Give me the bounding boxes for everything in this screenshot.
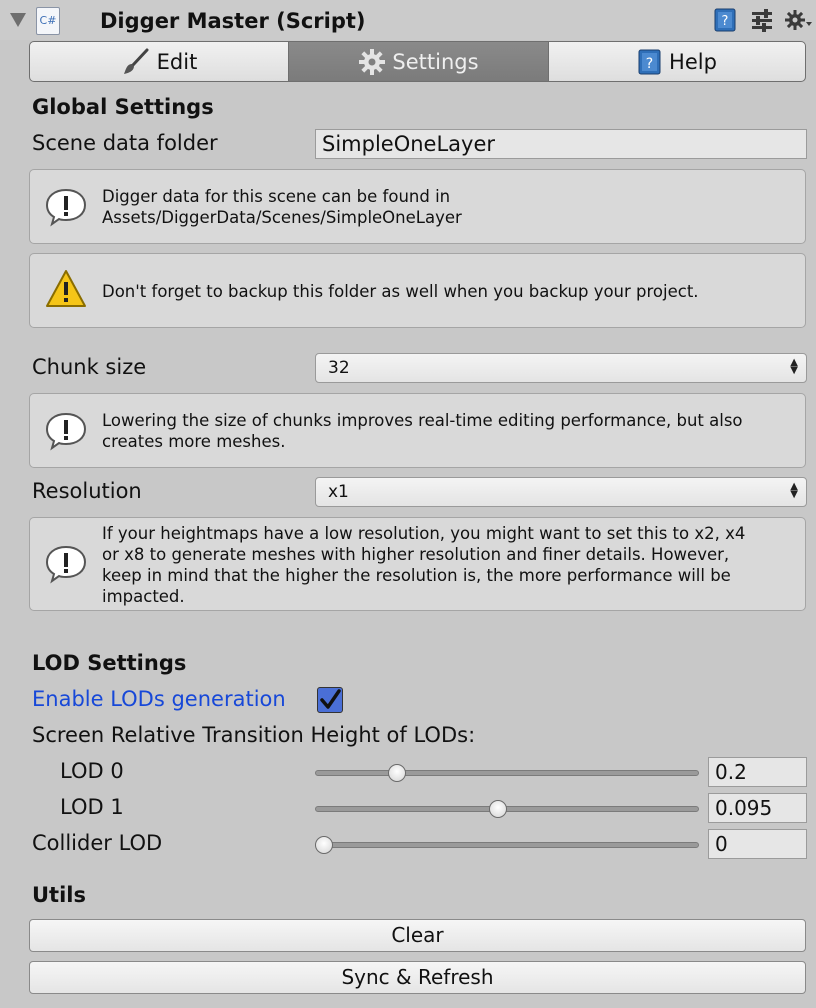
clear-button[interactable]: Clear [29, 919, 806, 952]
collider-lod-slider-thumb[interactable] [315, 836, 333, 854]
enable-lods-label[interactable]: Enable LODs generation [32, 685, 286, 713]
collider-lod-slider-track[interactable] [315, 842, 699, 848]
csharp-script-icon: C# [36, 7, 60, 35]
presets-sliders-icon[interactable] [750, 8, 774, 32]
info-speech-bubble-icon [45, 545, 87, 584]
lod0-slider-track[interactable] [315, 770, 699, 776]
warning-box-backup: Don't forget to backup this folder as we… [29, 253, 806, 328]
collider-lod-value-field[interactable]: 0 [708, 829, 807, 859]
dropdown-arrows-icon: ▲ ▼ [790, 481, 798, 500]
chunk-size-value: 32 [328, 358, 350, 378]
utils-heading: Utils [32, 883, 86, 907]
info-folder-line1: Digger data for this scene can be found … [102, 187, 451, 206]
svg-text:?: ? [646, 56, 653, 72]
scene-data-folder-label: Scene data folder [32, 131, 218, 155]
brush-icon [123, 48, 149, 74]
global-settings-heading: Global Settings [32, 95, 214, 119]
lod1-label: LOD 1 [60, 795, 124, 819]
dropdown-arrows-icon: ▲ ▼ [790, 357, 798, 376]
info-box-chunk: Lowering the size of chunks improves rea… [29, 393, 806, 468]
info-box-resolution: If your heightmaps have a low resolution… [29, 517, 806, 611]
foldout-arrow-icon[interactable] [10, 13, 26, 27]
info-chunk-line2: creates more meshes. [102, 432, 286, 451]
lod0-label: LOD 0 [60, 759, 124, 783]
resolution-dropdown[interactable]: x1 ▲ ▼ [315, 477, 807, 507]
info-chunk-line1: Lowering the size of chunks improves rea… [102, 411, 743, 430]
lod1-value-field[interactable]: 0.095 [708, 793, 807, 823]
resolution-value: x1 [328, 482, 349, 502]
info-res-line2: or x8 to generate meshes with higher res… [102, 545, 730, 564]
tab-help[interactable]: ? Help [548, 41, 806, 82]
help-book-icon[interactable]: ? [713, 8, 737, 32]
transition-height-label: Screen Relative Transition Height of LOD… [32, 723, 476, 747]
info-box-folder: Digger data for this scene can be found … [29, 169, 806, 244]
info-folder-line2: Assets/DiggerData/Scenes/SimpleOneLayer [102, 208, 462, 227]
tab-edit[interactable]: Edit [29, 41, 289, 82]
collider-lod-label: Collider LOD [32, 831, 163, 855]
scene-data-folder-field[interactable]: SimpleOneLayer [315, 129, 807, 159]
info-speech-bubble-icon [45, 412, 87, 451]
chunk-size-label: Chunk size [32, 355, 147, 379]
component-title: Digger Master (Script) [100, 9, 366, 33]
chunk-size-dropdown[interactable]: 32 ▲ ▼ [315, 353, 807, 383]
info-speech-bubble-icon [45, 188, 87, 227]
enable-lods-checkbox[interactable] [317, 687, 343, 713]
checkmark-icon [320, 689, 341, 709]
lod1-slider-thumb[interactable] [488, 800, 507, 818]
info-res-line4: impacted. [102, 587, 185, 606]
lod1-slider-track[interactable] [315, 806, 699, 812]
lod-settings-heading: LOD Settings [32, 651, 187, 675]
context-menu-gear-icon[interactable] [785, 8, 812, 32]
sync-refresh-button[interactable]: Sync & Refresh [29, 961, 806, 994]
warning-triangle-icon [46, 270, 86, 307]
svg-text:?: ? [722, 14, 729, 29]
warning-backup-text: Don't forget to backup this folder as we… [102, 282, 699, 301]
info-res-line1: If your heightmaps have a low resolution… [102, 524, 746, 543]
info-res-line3: keep in mind that the higher the resolut… [102, 566, 731, 585]
tab-settings-label: Settings [392, 49, 479, 74]
lod0-slider-thumb[interactable] [388, 764, 407, 782]
help-book-icon: ? [638, 49, 661, 74]
tab-bar: Edit Settings ? Help [29, 41, 806, 84]
resolution-label: Resolution [32, 479, 142, 503]
gear-icon [359, 48, 386, 75]
lod0-value-field[interactable]: 0.2 [708, 757, 807, 787]
tab-help-label: Help [669, 49, 717, 74]
tab-settings[interactable]: Settings [288, 41, 549, 82]
tab-edit-label: Edit [156, 49, 198, 74]
